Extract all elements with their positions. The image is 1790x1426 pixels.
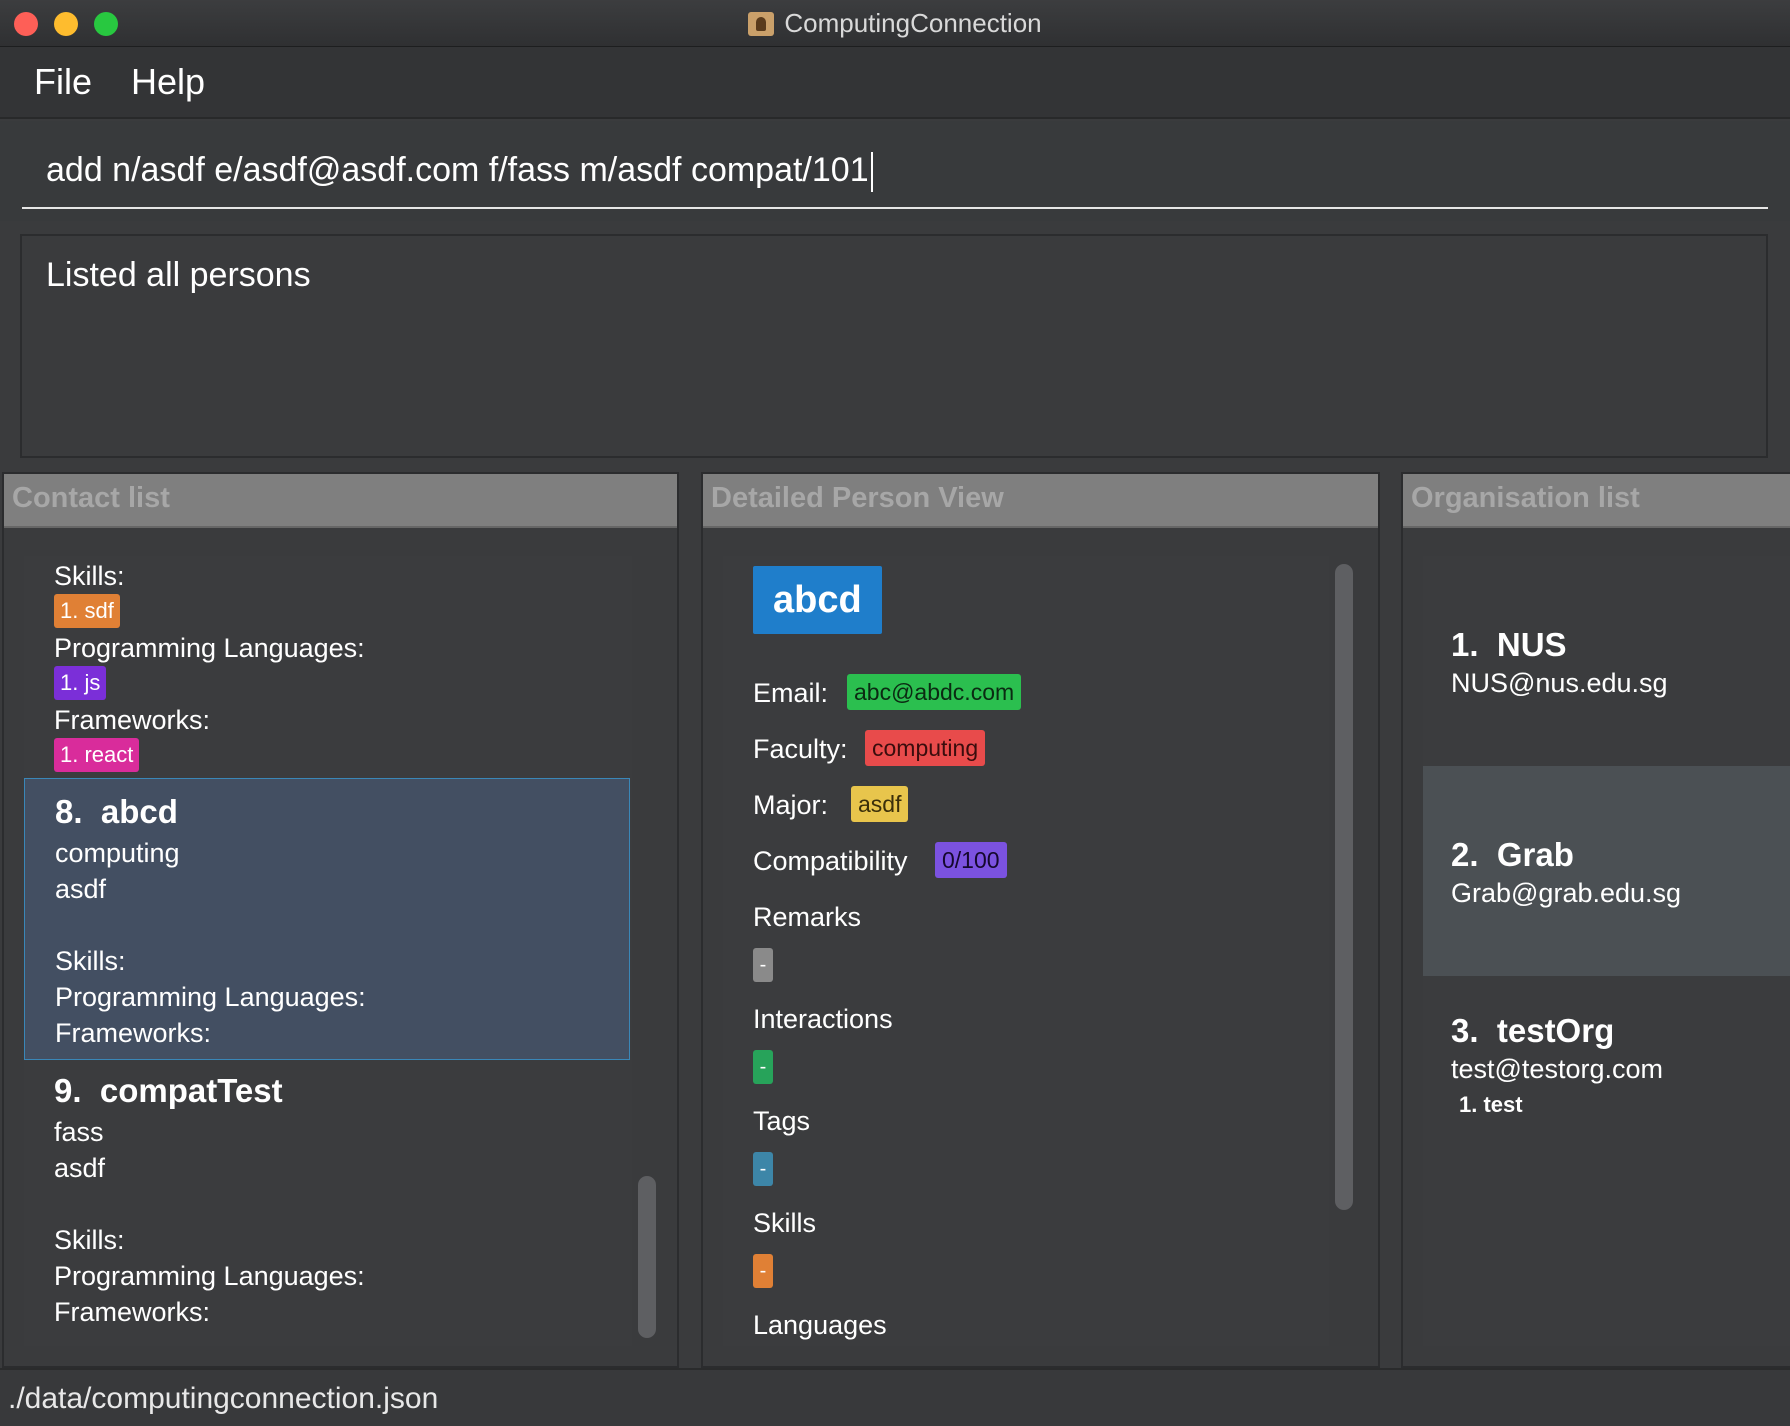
command-box: add n/asdf e/asdf@asdf.com f/fass m/asdf… bbox=[0, 121, 1790, 221]
command-text: add n/asdf e/asdf@asdf.com f/fass m/asdf… bbox=[46, 151, 869, 189]
contact-name: compatTest bbox=[99, 1072, 283, 1109]
result-display[interactable]: Listed all persons bbox=[20, 234, 1768, 458]
org-email: Grab@grab.edu.sg bbox=[1451, 878, 1682, 908]
contact-list-header: Contact list bbox=[4, 474, 677, 528]
major-label: Major: bbox=[753, 790, 829, 820]
contact-faculty: computing bbox=[55, 838, 180, 868]
contact-list[interactable]: Skills: 1. sdf Programming Languages: 1.… bbox=[24, 556, 632, 1346]
compatibility-chip: 0/100 bbox=[935, 842, 1007, 878]
menu-file[interactable]: File bbox=[34, 61, 92, 103]
faculty-chip: computing bbox=[865, 730, 986, 766]
org-email: test@testorg.com bbox=[1451, 1054, 1663, 1084]
contact-major: asdf bbox=[55, 874, 107, 904]
list-item[interactable]: 2. Grab Grab@grab.edu.sg bbox=[1423, 766, 1790, 976]
result-message: Listed all persons bbox=[46, 256, 311, 294]
organisation-list[interactable]: 1. NUS NUS@nus.edu.sg 2. Grab Grab@grab.… bbox=[1423, 556, 1790, 1346]
list-item[interactable]: 3. testOrg test@testorg.com 1. test bbox=[1423, 976, 1790, 1186]
skills-chip: - bbox=[753, 1254, 773, 1288]
compatibility-label: Compatibility bbox=[753, 846, 908, 876]
frameworks-label: Frameworks: bbox=[54, 1297, 211, 1327]
contact-list-title: Contact list bbox=[12, 482, 170, 514]
org-index: 1. bbox=[1451, 626, 1479, 663]
remarks-label: Remarks bbox=[753, 902, 862, 932]
languages-label: Programming Languages: bbox=[54, 1261, 365, 1291]
org-index: 3. bbox=[1451, 1012, 1479, 1049]
remarks-chip: - bbox=[753, 948, 773, 982]
email-chip: abc@abdc.com bbox=[847, 674, 1022, 710]
contact-list-pane: Contact list Skills: 1. sdf Programming … bbox=[2, 472, 679, 1368]
person-name-chip: abcd bbox=[753, 566, 882, 634]
detail-header: Detailed Person View bbox=[703, 474, 1378, 528]
org-email: NUS@nus.edu.sg bbox=[1451, 668, 1668, 698]
interactions-label: Interactions bbox=[753, 1004, 893, 1034]
contact-index: 9. bbox=[54, 1072, 82, 1109]
contact-faculty: fass bbox=[54, 1117, 104, 1147]
frameworks-label: Frameworks: bbox=[54, 705, 211, 735]
organisation-list-title: Organisation list bbox=[1411, 482, 1640, 514]
detail-pane: Detailed Person View abcd Email: abc@abd… bbox=[701, 472, 1380, 1368]
tags-label: Tags bbox=[753, 1106, 811, 1136]
detail-title: Detailed Person View bbox=[711, 482, 1004, 514]
org-name: NUS bbox=[1496, 626, 1567, 663]
list-item[interactable]: 1. NUS NUS@nus.edu.sg bbox=[1423, 556, 1790, 766]
detail-content[interactable]: abcd Email: abc@abdc.com Faculty: comput… bbox=[723, 556, 1329, 1346]
contact-index: 8. bbox=[55, 793, 83, 830]
contact-list-scrollbar[interactable] bbox=[638, 1176, 656, 1338]
table-row[interactable]: 9. compatTest fass asdf Skills: Programm… bbox=[24, 1060, 632, 1346]
frameworks-label: Frameworks: bbox=[55, 1018, 212, 1048]
skills-label: Skills bbox=[753, 1208, 817, 1238]
languages-label: Programming Languages: bbox=[55, 982, 366, 1012]
faculty-label: Faculty: bbox=[753, 734, 848, 764]
tags-chip: - bbox=[753, 1152, 773, 1186]
languages-label: Programming Languages: bbox=[54, 633, 365, 663]
table-row[interactable]: 8. abcd computing asdf Skills: Programmi… bbox=[24, 778, 630, 1060]
title-bar: ComputingConnection bbox=[0, 0, 1790, 47]
skills-label: Skills: bbox=[54, 1225, 125, 1255]
command-input[interactable]: add n/asdf e/asdf@asdf.com f/fass m/asdf… bbox=[22, 131, 1768, 209]
text-cursor bbox=[870, 152, 873, 193]
org-tag: 1. test bbox=[1459, 1092, 1523, 1117]
organisation-list-pane: Organisation list 1. NUS NUS@nus.edu.sg … bbox=[1401, 472, 1790, 1368]
app-contact-icon bbox=[748, 11, 775, 36]
skills-label: Skills: bbox=[54, 561, 125, 591]
save-location: ./data/computingconnection.json bbox=[8, 1382, 439, 1415]
contact-name: abcd bbox=[100, 793, 178, 830]
interactions-chip: - bbox=[753, 1050, 773, 1084]
organisation-list-header: Organisation list bbox=[1403, 474, 1790, 528]
menu-bar: File Help bbox=[0, 47, 1790, 119]
menu-help[interactable]: Help bbox=[131, 61, 205, 103]
org-name: testOrg bbox=[1496, 1012, 1615, 1049]
skills-label: Skills: bbox=[55, 946, 126, 976]
org-index: 2. bbox=[1451, 836, 1479, 873]
detail-scrollbar[interactable] bbox=[1335, 564, 1353, 1210]
org-name: Grab bbox=[1496, 836, 1574, 873]
status-bar: ./data/computingconnection.json bbox=[0, 1368, 1790, 1426]
languages-label: Languages bbox=[753, 1310, 887, 1340]
language-chip: 1. js bbox=[54, 666, 107, 700]
skill-chip: 1. sdf bbox=[54, 594, 120, 628]
window-title: ComputingConnection bbox=[784, 8, 1042, 38]
framework-chip: 1. react bbox=[54, 738, 140, 772]
contact-major: asdf bbox=[54, 1153, 106, 1183]
email-label: Email: bbox=[753, 678, 829, 708]
major-chip: asdf bbox=[851, 786, 909, 822]
list-item[interactable]: Skills: 1. sdf Programming Languages: 1.… bbox=[24, 556, 632, 778]
